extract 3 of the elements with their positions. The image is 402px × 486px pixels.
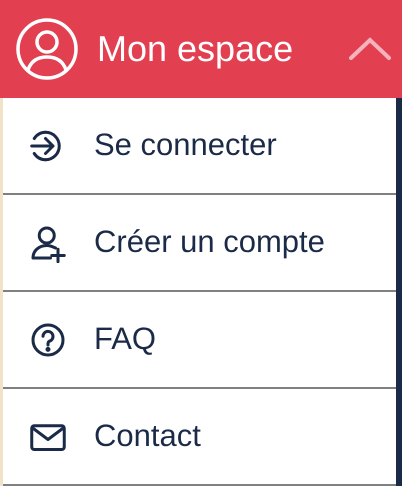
account-menu-button[interactable]: Mon espace (0, 0, 402, 98)
chevron-icon (348, 36, 392, 62)
user-icon (15, 17, 79, 81)
